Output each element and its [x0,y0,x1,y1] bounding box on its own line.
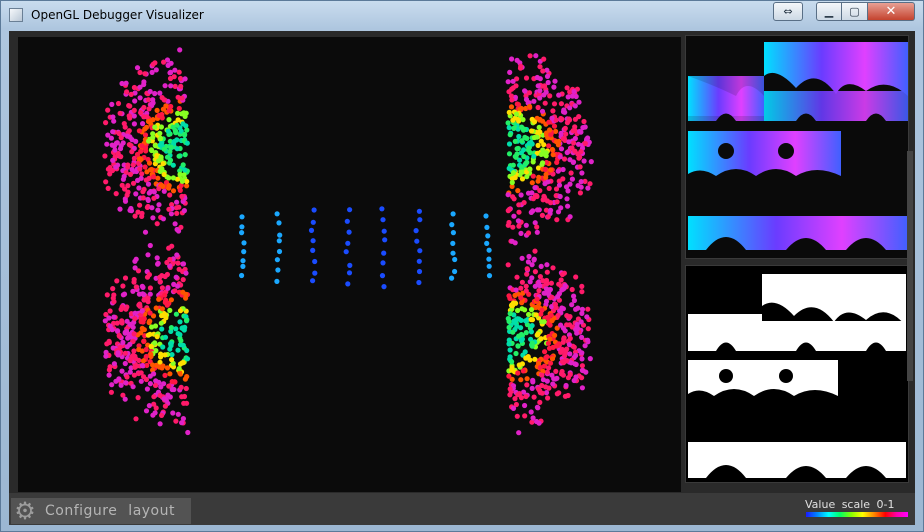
side-scrollbar[interactable] [907,151,913,381]
title-bar[interactable]: OpenGL Debugger Visualizer ⇔ ▁ ▢ ✕ [1,1,923,31]
app-window: OpenGL Debugger Visualizer ⇔ ▁ ▢ ✕ ⚙ Con… [0,0,924,532]
mask-texture-image [686,266,908,482]
main-3d-viewport[interactable] [18,37,681,492]
texture-preview-color[interactable] [685,35,909,259]
color-texture-image [686,36,908,258]
maximize-icon: ▢ [849,5,860,18]
minimize-button[interactable]: ▁ [816,2,842,21]
value-scale-label: Value scale 0-1 [805,498,895,511]
app-icon [9,8,23,22]
close-button[interactable]: ✕ [868,2,915,21]
gear-icon: ⚙ [14,497,36,525]
texture-preview-mask[interactable] [685,265,909,483]
close-icon: ✕ [885,4,897,19]
value-scale-gradient [806,512,908,517]
client-area: ⚙ Configure layout Value scale 0-1 [9,31,915,525]
configure-layout-label: Configure layout [45,503,175,519]
swap-button[interactable]: ⇔ [773,2,803,21]
swap-arrows-icon: ⇔ [783,5,793,18]
minimize-icon: ▁ [824,5,834,18]
configure-layout-button[interactable]: ⚙ Configure layout [11,498,191,524]
maximize-button[interactable]: ▢ [842,2,868,21]
bottom-toolbar: ⚙ Configure layout Value scale 0-1 [9,493,915,525]
window-title: OpenGL Debugger Visualizer [31,8,204,22]
point-cloud-render [102,47,594,436]
